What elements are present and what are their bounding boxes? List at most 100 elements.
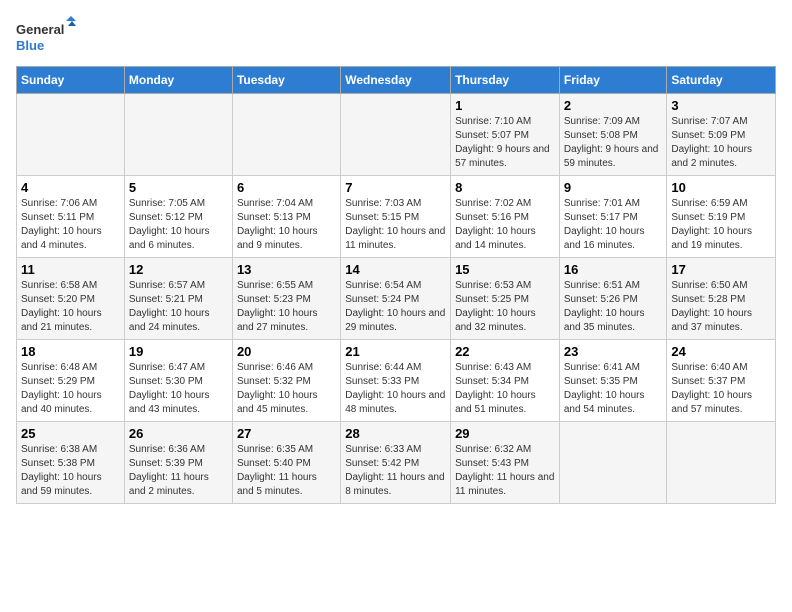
calendar-cell: 20 Sunrise: 6:46 AMSunset: 5:32 PMDayligh… xyxy=(232,340,340,422)
day-info: Sunrise: 7:02 AMSunset: 5:16 PMDaylight:… xyxy=(455,197,555,253)
day-header-monday: Monday xyxy=(124,67,232,94)
calendar-cell: 9 Sunrise: 7:01 AMSunset: 5:17 PMDaylight… xyxy=(559,176,667,258)
day-number: 3 xyxy=(671,98,771,113)
day-number: 11 xyxy=(21,262,120,277)
day-number: 14 xyxy=(345,262,446,277)
day-info: Sunrise: 7:09 AMSunset: 5:08 PMDaylight:… xyxy=(564,115,663,171)
day-info: Sunrise: 7:01 AMSunset: 5:17 PMDaylight:… xyxy=(564,197,663,253)
logo-svg: General Blue xyxy=(16,16,76,56)
day-header-sunday: Sunday xyxy=(17,67,125,94)
day-number: 25 xyxy=(21,426,120,441)
calendar-cell xyxy=(17,94,125,176)
day-number: 1 xyxy=(455,98,555,113)
calendar-cell: 11Sunrise: 6:58 AMSunset: 5:20 PMDayligh… xyxy=(17,258,125,340)
week-row-1: 1 Sunrise: 7:10 AMSunset: 5:07 PMDaylight… xyxy=(17,94,776,176)
header: General Blue xyxy=(16,16,776,56)
day-info: Sunrise: 6:54 AMSunset: 5:24 PMDaylight:… xyxy=(345,279,446,335)
week-row-3: 11Sunrise: 6:58 AMSunset: 5:20 PMDayligh… xyxy=(17,258,776,340)
day-info: Sunrise: 6:41 AMSunset: 5:35 PMDaylight:… xyxy=(564,361,663,417)
day-info: Sunrise: 7:10 AMSunset: 5:07 PMDaylight:… xyxy=(455,115,555,171)
calendar-cell: 27 Sunrise: 6:35 AMSunset: 5:40 PMDayligh… xyxy=(232,422,340,504)
calendar-cell: 15Sunrise: 6:53 AMSunset: 5:25 PMDayligh… xyxy=(451,258,560,340)
calendar-cell: 28 Sunrise: 6:33 AMSunset: 5:42 PMDayligh… xyxy=(341,422,451,504)
day-info: Sunrise: 6:32 AMSunset: 5:43 PMDaylight:… xyxy=(455,443,555,499)
day-header-tuesday: Tuesday xyxy=(232,67,340,94)
calendar-cell: 10 Sunrise: 6:59 AMSunset: 5:19 PMDayligh… xyxy=(667,176,776,258)
day-info: Sunrise: 7:06 AMSunset: 5:11 PMDaylight:… xyxy=(21,197,120,253)
calendar-cell: 23 Sunrise: 6:41 AMSunset: 5:35 PMDayligh… xyxy=(559,340,667,422)
day-number: 22 xyxy=(455,344,555,359)
calendar-cell xyxy=(124,94,232,176)
calendar-cell: 16 Sunrise: 6:51 AMSunset: 5:26 PMDayligh… xyxy=(559,258,667,340)
day-number: 6 xyxy=(237,180,336,195)
calendar-cell: 25 Sunrise: 6:38 AMSunset: 5:38 PMDayligh… xyxy=(17,422,125,504)
day-header-friday: Friday xyxy=(559,67,667,94)
day-header-wednesday: Wednesday xyxy=(341,67,451,94)
day-info: Sunrise: 6:55 AMSunset: 5:23 PMDaylight:… xyxy=(237,279,336,335)
day-number: 28 xyxy=(345,426,446,441)
day-number: 16 xyxy=(564,262,663,277)
day-number: 26 xyxy=(129,426,228,441)
calendar-table: SundayMondayTuesdayWednesdayThursdayFrid… xyxy=(16,66,776,504)
day-number: 21 xyxy=(345,344,446,359)
day-number: 5 xyxy=(129,180,228,195)
logo: General Blue xyxy=(16,16,76,56)
day-number: 4 xyxy=(21,180,120,195)
day-number: 13 xyxy=(237,262,336,277)
header-row: SundayMondayTuesdayWednesdayThursdayFrid… xyxy=(17,67,776,94)
day-number: 12 xyxy=(129,262,228,277)
calendar-cell: 24Sunrise: 6:40 AMSunset: 5:37 PMDayligh… xyxy=(667,340,776,422)
calendar-cell: 19 Sunrise: 6:47 AMSunset: 5:30 PMDayligh… xyxy=(124,340,232,422)
day-info: Sunrise: 6:33 AMSunset: 5:42 PMDaylight:… xyxy=(345,443,446,499)
calendar-cell: 5 Sunrise: 7:05 AMSunset: 5:12 PMDaylight… xyxy=(124,176,232,258)
calendar-cell: 13 Sunrise: 6:55 AMSunset: 5:23 PMDayligh… xyxy=(232,258,340,340)
day-info: Sunrise: 6:43 AMSunset: 5:34 PMDaylight:… xyxy=(455,361,555,417)
day-number: 7 xyxy=(345,180,446,195)
day-info: Sunrise: 6:51 AMSunset: 5:26 PMDaylight:… xyxy=(564,279,663,335)
svg-text:Blue: Blue xyxy=(16,38,44,53)
day-info: Sunrise: 7:04 AMSunset: 5:13 PMDaylight:… xyxy=(237,197,336,253)
calendar-cell: 26Sunrise: 6:36 AMSunset: 5:39 PMDayligh… xyxy=(124,422,232,504)
calendar-cell: 3 Sunrise: 7:07 AMSunset: 5:09 PMDaylight… xyxy=(667,94,776,176)
day-info: Sunrise: 6:48 AMSunset: 5:29 PMDaylight:… xyxy=(21,361,120,417)
day-number: 19 xyxy=(129,344,228,359)
day-info: Sunrise: 6:44 AMSunset: 5:33 PMDaylight:… xyxy=(345,361,446,417)
day-number: 9 xyxy=(564,180,663,195)
calendar-cell xyxy=(559,422,667,504)
day-number: 29 xyxy=(455,426,555,441)
day-number: 24 xyxy=(671,344,771,359)
day-header-saturday: Saturday xyxy=(667,67,776,94)
day-number: 2 xyxy=(564,98,663,113)
day-info: Sunrise: 7:05 AMSunset: 5:12 PMDaylight:… xyxy=(129,197,228,253)
day-info: Sunrise: 6:50 AMSunset: 5:28 PMDaylight:… xyxy=(671,279,771,335)
calendar-cell: 21 Sunrise: 6:44 AMSunset: 5:33 PMDayligh… xyxy=(341,340,451,422)
day-info: Sunrise: 6:38 AMSunset: 5:38 PMDaylight:… xyxy=(21,443,120,499)
svg-text:General: General xyxy=(16,22,64,37)
calendar-cell: 4 Sunrise: 7:06 AMSunset: 5:11 PMDaylight… xyxy=(17,176,125,258)
day-info: Sunrise: 6:47 AMSunset: 5:30 PMDaylight:… xyxy=(129,361,228,417)
calendar-cell: 22 Sunrise: 6:43 AMSunset: 5:34 PMDayligh… xyxy=(451,340,560,422)
day-header-thursday: Thursday xyxy=(451,67,560,94)
day-number: 27 xyxy=(237,426,336,441)
calendar-cell: 17Sunrise: 6:50 AMSunset: 5:28 PMDayligh… xyxy=(667,258,776,340)
calendar-cell: 7Sunrise: 7:03 AMSunset: 5:15 PMDaylight… xyxy=(341,176,451,258)
day-info: Sunrise: 6:53 AMSunset: 5:25 PMDaylight:… xyxy=(455,279,555,335)
calendar-cell: 8Sunrise: 7:02 AMSunset: 5:16 PMDaylight… xyxy=(451,176,560,258)
day-number: 10 xyxy=(671,180,771,195)
day-number: 18 xyxy=(21,344,120,359)
calendar-cell: 12 Sunrise: 6:57 AMSunset: 5:21 PMDayligh… xyxy=(124,258,232,340)
calendar-cell: 6 Sunrise: 7:04 AMSunset: 5:13 PMDaylight… xyxy=(232,176,340,258)
calendar-cell: 18 Sunrise: 6:48 AMSunset: 5:29 PMDayligh… xyxy=(17,340,125,422)
calendar-cell xyxy=(667,422,776,504)
week-row-2: 4 Sunrise: 7:06 AMSunset: 5:11 PMDaylight… xyxy=(17,176,776,258)
calendar-cell: 2 Sunrise: 7:09 AMSunset: 5:08 PMDaylight… xyxy=(559,94,667,176)
day-number: 23 xyxy=(564,344,663,359)
day-number: 20 xyxy=(237,344,336,359)
day-info: Sunrise: 6:59 AMSunset: 5:19 PMDaylight:… xyxy=(671,197,771,253)
calendar-cell: 1 Sunrise: 7:10 AMSunset: 5:07 PMDaylight… xyxy=(451,94,560,176)
day-info: Sunrise: 7:07 AMSunset: 5:09 PMDaylight:… xyxy=(671,115,771,171)
day-info: Sunrise: 6:35 AMSunset: 5:40 PMDaylight:… xyxy=(237,443,336,499)
calendar-cell: 29 Sunrise: 6:32 AMSunset: 5:43 PMDayligh… xyxy=(451,422,560,504)
day-info: Sunrise: 6:46 AMSunset: 5:32 PMDaylight:… xyxy=(237,361,336,417)
day-info: Sunrise: 6:57 AMSunset: 5:21 PMDaylight:… xyxy=(129,279,228,335)
